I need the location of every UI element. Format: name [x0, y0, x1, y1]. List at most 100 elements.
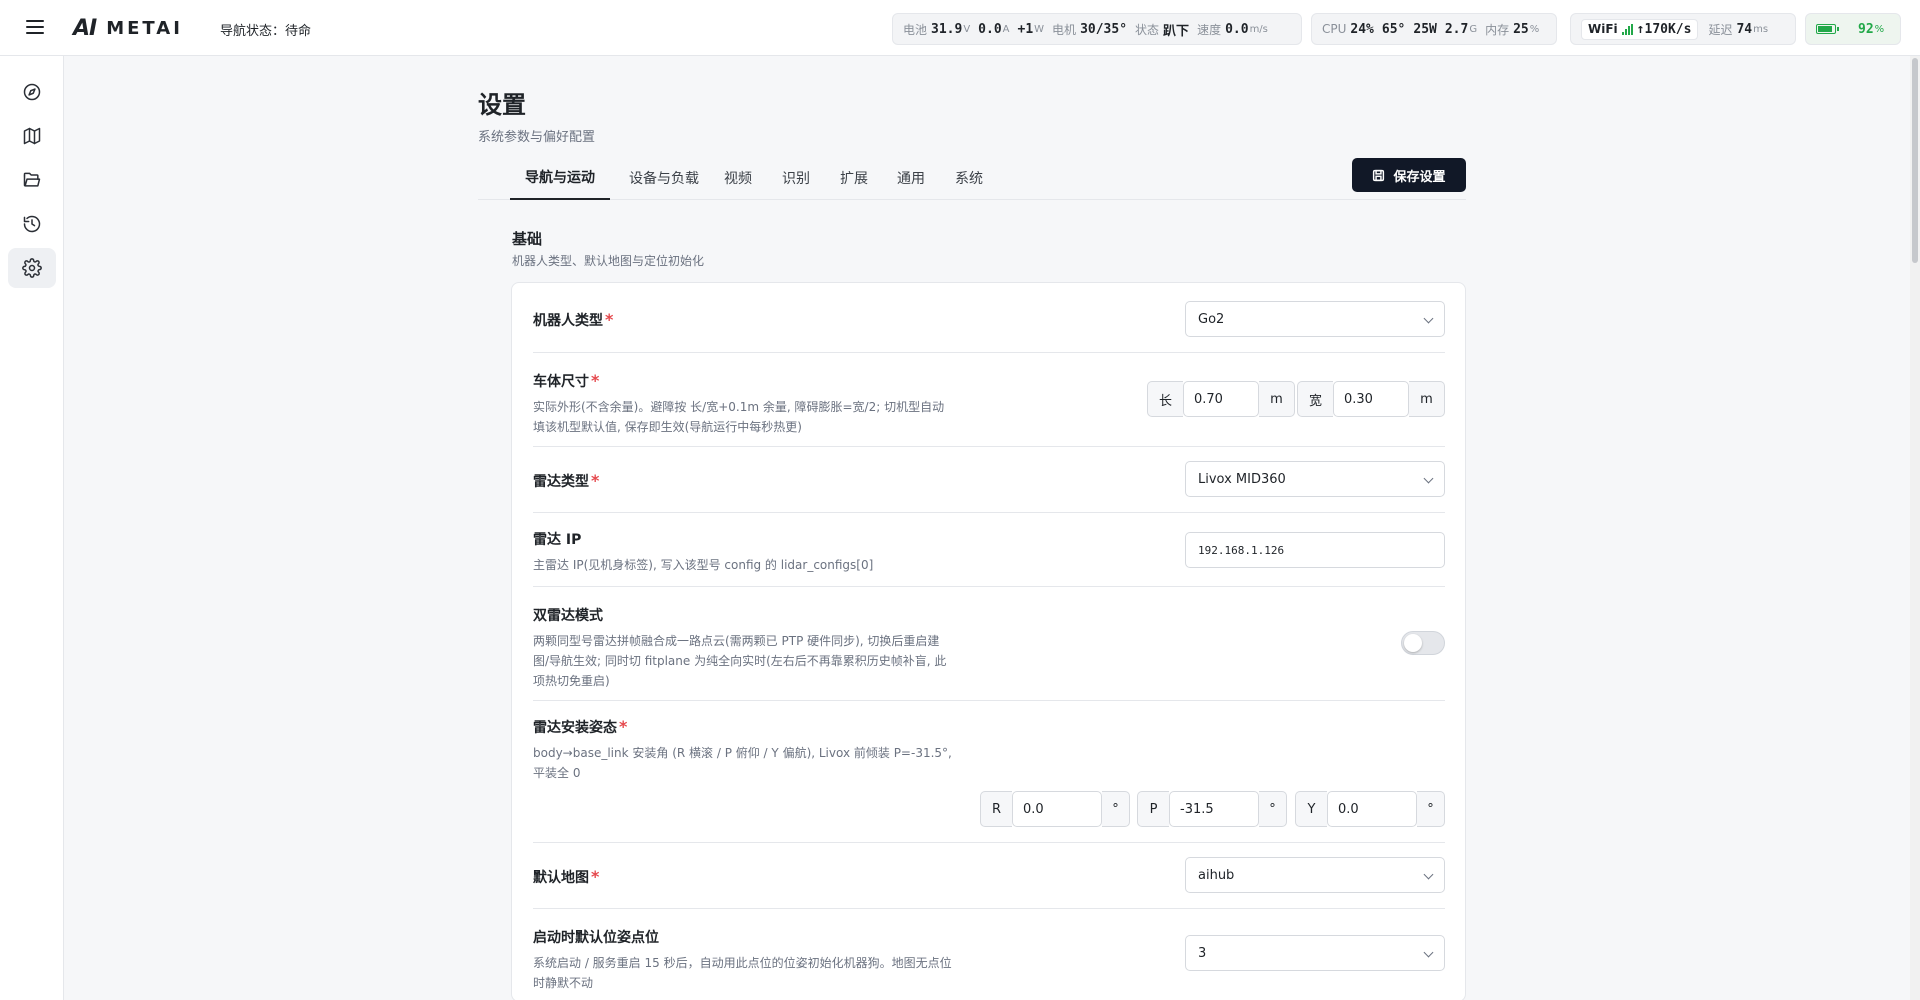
chevron-down-icon [1423, 947, 1434, 958]
required-mark: * [619, 717, 628, 736]
pitch-input[interactable]: -31.5 [1169, 791, 1259, 827]
history-icon [23, 215, 41, 233]
lidar-type-select[interactable]: Livox MID360 [1185, 461, 1445, 497]
yaw-label: Y [1295, 791, 1327, 827]
tab-system[interactable]: 系统 [948, 156, 990, 200]
speed-value: 0.0 [1225, 21, 1249, 37]
battery-percent: 92 [1858, 21, 1874, 37]
latency-label: 延迟 [1708, 22, 1733, 37]
robot-type-select[interactable]: Go2 [1185, 301, 1445, 337]
battery-pill: 92% [1805, 13, 1901, 45]
speed-label: 速度 [1197, 22, 1222, 37]
map-icon [23, 127, 41, 145]
save-icon [1373, 169, 1385, 181]
init-pose-label-text: 启动时默认位姿点位 [533, 930, 659, 946]
save-settings-button[interactable]: 保存设置 [1352, 158, 1466, 192]
roll-unit: ° [1102, 791, 1130, 827]
roll-input[interactable]: 0.0 [1012, 791, 1102, 827]
dual-lidar-toggle[interactable] [1401, 631, 1445, 655]
logo-text: METAI [106, 18, 183, 39]
roll-group: R 0.0 ° [980, 791, 1130, 827]
robot-type-value: Go2 [1198, 311, 1225, 327]
dual-lidar-description: 两颗同型号雷达拼帧融合成一路点云(需两颗已 PTP 硬件同步), 切换后重启建图… [533, 634, 947, 688]
lidar-type-value: Livox MID360 [1198, 471, 1286, 487]
dual-lidar-label-text: 双雷达模式 [533, 608, 603, 624]
wifi-signal-icon [1621, 23, 1633, 35]
default-map-label-text: 默认地图 [533, 870, 589, 886]
top-bar: AI METAI 导航状态：待命 电池 31.9 V 0.0 A +1 W 电机 30… [0, 0, 1920, 56]
sidebar-item-map[interactable] [8, 116, 56, 156]
nav-status: 导航状态：待命 [220, 24, 312, 39]
tab-devices-payload[interactable]: 设备与负载 [622, 156, 706, 200]
required-mark: * [605, 310, 614, 329]
tab-general[interactable]: 通用 [890, 156, 932, 200]
page-subtitle: 系统参数与偏好配置 [478, 130, 596, 145]
page-title: 设置 [478, 91, 526, 119]
logo-mark: AI [73, 16, 97, 41]
width-unit: m [1409, 381, 1445, 417]
mem-unit: % [1529, 23, 1540, 35]
sidebar-item-files[interactable] [8, 160, 56, 200]
sidebar-item-settings[interactable] [8, 248, 56, 288]
chevron-down-icon [1423, 869, 1434, 880]
field-dual-lidar: 双雷达模式 两颗同型号雷达拼帧融合成一路点云(需两颗已 PTP 硬件同步), 切… [533, 587, 1445, 701]
settings-page: 设置 系统参数与偏好配置 导航与运动 设备与负载 视频 识别 扩展 通用 系统 … [478, 90, 1478, 1000]
field-default-map: 默认地图 * aihub [533, 843, 1445, 909]
tab-recognition[interactable]: 识别 [775, 156, 817, 200]
menu-icon[interactable] [26, 20, 44, 34]
body-size-description: 实际外形(不含余量)。避障按 长/宽+0.1m 余量, 障碍膨胀=宽/2; 切机… [533, 400, 945, 434]
yaw-input[interactable]: 0.0 [1327, 791, 1417, 827]
toggle-knob [1404, 634, 1422, 652]
mem-label: 内存 [1485, 22, 1510, 37]
system-status-pill: CPU 24% 65° 25W 2.7 G 内存 25% [1311, 13, 1557, 45]
sidebar-item-history[interactable] [8, 204, 56, 244]
tab-video[interactable]: 视频 [717, 156, 759, 200]
save-settings-label: 保存设置 [1393, 169, 1446, 185]
chevron-down-icon [1423, 313, 1434, 324]
body-width-input[interactable]: 0.30 [1333, 381, 1409, 417]
wifi-badge: WiFi ↑170K/s [1581, 18, 1699, 40]
tab-extensions[interactable]: 扩展 [833, 156, 875, 200]
wifi-rate: ↑170K/s [1636, 21, 1692, 37]
compass-icon [23, 83, 41, 101]
robot-type-label-text: 机器人类型 [533, 313, 603, 329]
default-map-value: aihub [1198, 867, 1235, 883]
chevron-down-icon [1423, 473, 1434, 484]
current-unit: A [1002, 23, 1010, 35]
scrollbar-thumb[interactable] [1912, 58, 1918, 263]
tab-navigation-motion[interactable]: 导航与运动 [510, 156, 610, 200]
battery-label: 电池 [903, 22, 928, 37]
lidar-ip-input[interactable]: 192.168.1.126 [1185, 532, 1445, 568]
wifi-label: WiFi [1588, 22, 1618, 36]
pitch-unit: ° [1259, 791, 1287, 827]
length-unit: m [1259, 381, 1295, 417]
sidebar-item-navigation[interactable] [8, 72, 56, 112]
roll-label: R [980, 791, 1012, 827]
init-pose-description: 系统启动 / 服务重启 15 秒后，自动用此点位的位姿初始化机器狗。地图无点位时… [533, 956, 952, 990]
body-width-group: 宽 0.30 m [1297, 381, 1445, 417]
mem-total: 2.7 [1444, 21, 1469, 37]
settings-card-basic: 机器人类型 * Go2 车体尺寸 * 实际外形(不含余量)。避障按 长/宽+0.1m… [511, 282, 1466, 1000]
pitch-label: P [1137, 791, 1169, 827]
body-length-input[interactable]: 0.70 [1183, 381, 1259, 417]
gear-icon [22, 258, 42, 278]
watts-unit: W [1034, 23, 1045, 35]
field-lidar-type: 雷达类型 * Livox MID360 [533, 447, 1445, 513]
power-draw: 25W [1413, 21, 1437, 37]
cpu-usage: 24% [1350, 21, 1374, 37]
field-lidar-ip: 雷达 IP 主雷达 IP(见机身标签), 写入该型号 config 的 lida… [533, 513, 1445, 587]
body-size-label: 车体尺寸 * 实际外形(不含余量)。避障按 长/宽+0.1m 余量, 障碍膨胀=宽… [533, 371, 953, 437]
motor-label: 电机 [1052, 22, 1077, 37]
lidar-pose-label-text: 雷达安装姿态 [533, 720, 617, 736]
lidar-pose-label: 雷达安装姿态 * body→base_link 安装角 (R 横滚 / P 俯仰 … [533, 717, 953, 783]
network-status-pill: WiFi ↑170K/s 延迟 74 ms [1570, 13, 1796, 45]
lidar-pose-description: body→base_link 安装角 (R 横滚 / P 俯仰 / Y 偏航),… [533, 746, 952, 780]
field-lidar-pose: 雷达安装姿态 * body→base_link 安装角 (R 横滚 / P 俯仰 … [533, 701, 1445, 843]
init-pose-select[interactable]: 3 [1185, 935, 1445, 971]
lidar-type-label-text: 雷达类型 [533, 474, 589, 490]
state-value: 趴下 [1163, 23, 1190, 39]
latency-unit: ms [1753, 23, 1769, 35]
section-title: 基础 [512, 230, 543, 248]
power-status-pill: 电池 31.9 V 0.0 A +1 W 电机 30/35° 状态 趴下 速度 0.0… [892, 13, 1302, 45]
default-map-select[interactable]: aihub [1185, 857, 1445, 893]
